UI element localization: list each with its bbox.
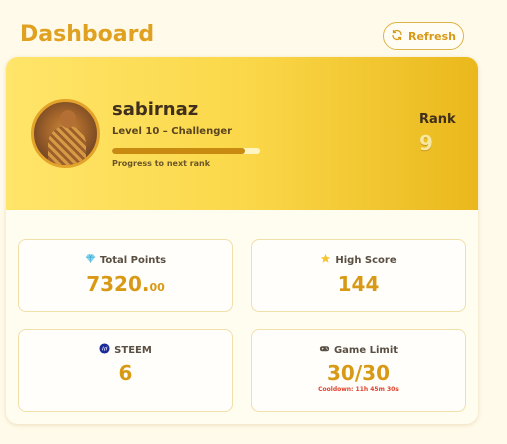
refresh-label: Refresh	[408, 29, 456, 43]
refresh-button[interactable]: Refresh	[383, 22, 464, 50]
rank-value: 9	[419, 131, 433, 155]
level-text: Level 10 – Challenger	[112, 126, 233, 137]
steem-label: STEEM	[114, 344, 152, 356]
total-points-card: Total Points 7320.00	[18, 239, 233, 312]
rank-label: Rank	[419, 112, 456, 127]
gamepad-icon	[319, 343, 330, 357]
total-points-value: 7320.00	[86, 272, 165, 296]
steem-icon	[99, 343, 110, 357]
game-limit-label: Game Limit	[333, 344, 399, 356]
progress-label: Progress to next rank	[112, 159, 211, 168]
rank-progress-bar	[112, 148, 260, 154]
steem-value: 6	[118, 361, 133, 385]
high-score-card: High Score 144	[251, 239, 466, 312]
page-title: Dashboard	[20, 22, 155, 47]
star-icon	[320, 253, 331, 267]
high-score-label: High Score	[335, 254, 397, 266]
game-limit-card: Game Limit 30/30 Cooldown: 11h 45m 30s	[251, 329, 466, 412]
dashboard-card: sabirnaz Level 10 – Challenger Progress …	[6, 57, 478, 424]
high-score-value: 144	[337, 272, 380, 296]
avatar[interactable]	[31, 99, 100, 168]
refresh-icon	[391, 29, 403, 44]
gem-icon	[85, 253, 96, 267]
username: sabirnaz	[112, 99, 199, 120]
cooldown-timer: Cooldown: 11h 45m 30s	[318, 386, 399, 393]
rank-progress-fill	[112, 148, 246, 154]
profile-banner: sabirnaz Level 10 – Challenger Progress …	[6, 57, 478, 210]
steem-card: STEEM 6	[18, 329, 233, 412]
game-limit-value: 30/30	[327, 361, 390, 385]
total-points-label: Total Points	[99, 254, 167, 266]
